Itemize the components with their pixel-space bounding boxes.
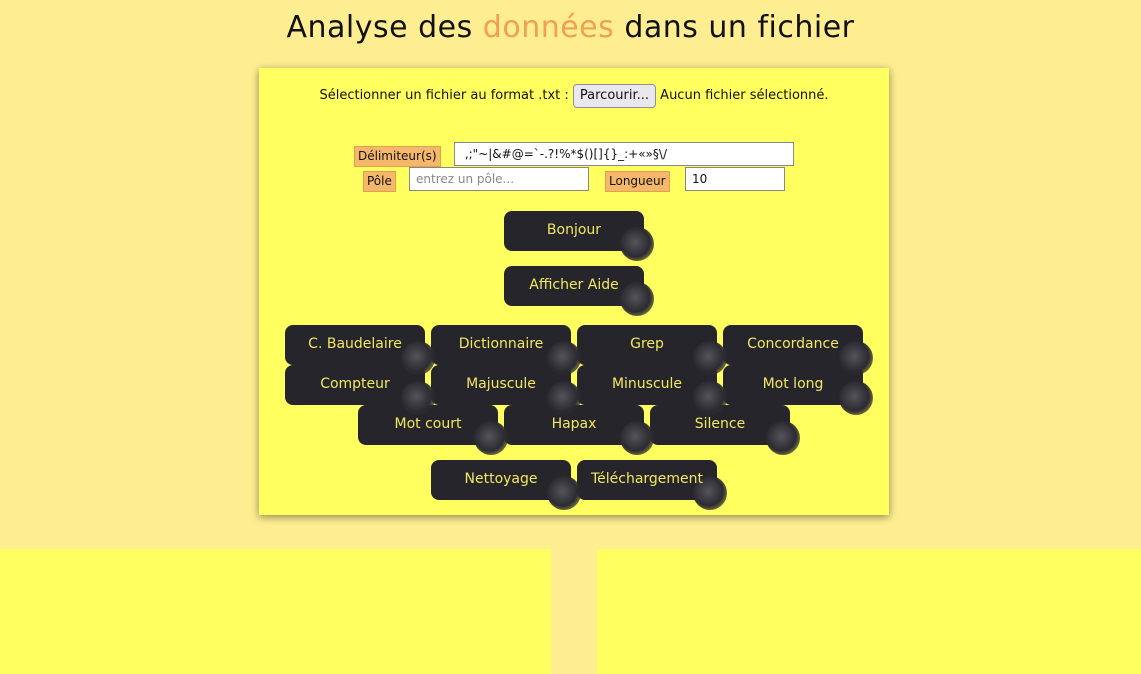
grep-button[interactable]: Grep: [577, 325, 727, 375]
button-glow: [547, 476, 581, 510]
lowercase-button-label: Minuscule: [611, 376, 683, 392]
concordance-button[interactable]: Concordance: [723, 325, 873, 375]
button-glow: [620, 421, 654, 455]
button-glow: [693, 381, 727, 415]
title-text-end: dans un fichier: [624, 10, 855, 45]
download-button-label: Téléchargement: [590, 471, 704, 487]
counter-button-label: Compteur: [320, 376, 390, 392]
help-button-label: Afficher Aide: [529, 277, 619, 293]
lowercase-button[interactable]: Minuscule: [577, 365, 727, 415]
long-word-button[interactable]: Mot long: [723, 365, 873, 415]
button-glow: [620, 282, 654, 316]
length-label: Longueur: [605, 171, 670, 192]
button-glow: [474, 421, 508, 455]
button-glow: [620, 227, 654, 261]
hapax-button-label: Hapax: [551, 416, 597, 432]
concordance-button-label: Concordance: [747, 336, 839, 352]
button-glow: [401, 341, 435, 375]
baudelaire-button-label: C. Baudelaire: [308, 336, 402, 352]
left-output-area: [0, 549, 551, 674]
button-glow: [547, 341, 581, 375]
button-glow: [839, 341, 873, 375]
button-glow: [547, 381, 581, 415]
baudelaire-button[interactable]: C. Baudelaire: [285, 325, 435, 375]
grep-button-label: Grep: [630, 336, 664, 352]
pole-input[interactable]: [409, 167, 589, 191]
length-input[interactable]: [685, 167, 785, 191]
file-status: Aucun fichier sélectionné.: [660, 88, 829, 103]
silence-button-label: Silence: [694, 416, 746, 432]
dictionary-button[interactable]: Dictionnaire: [431, 325, 581, 375]
help-button[interactable]: Afficher Aide: [504, 266, 654, 316]
uppercase-button-label: Majuscule: [466, 376, 536, 392]
hello-button[interactable]: Bonjour: [504, 211, 654, 261]
delimiters-input[interactable]: [454, 142, 794, 166]
button-glow: [839, 381, 873, 415]
cleanup-button[interactable]: Nettoyage: [431, 460, 581, 510]
right-output-area: [597, 549, 1141, 674]
file-picker-label: Sélectionner un fichier au format .txt :: [319, 88, 569, 103]
long-word-button-label: Mot long: [762, 376, 824, 392]
browse-button[interactable]: Parcourir...: [572, 83, 657, 108]
download-button[interactable]: Téléchargement: [577, 460, 727, 510]
delimiters-label: Délimiteur(s): [354, 146, 441, 167]
page-title: Analyse des données dans un fichier: [0, 10, 1141, 45]
button-glow: [401, 381, 435, 415]
title-accent: données: [482, 10, 615, 45]
counter-button[interactable]: Compteur: [285, 365, 435, 415]
cleanup-button-label: Nettoyage: [464, 471, 538, 487]
short-word-button-label: Mot court: [394, 416, 462, 432]
file-picker-row: Sélectionner un fichier au format .txt :…: [259, 83, 889, 109]
pole-label: Pôle: [363, 171, 396, 192]
button-glow: [766, 421, 800, 455]
dictionary-button-label: Dictionnaire: [458, 336, 544, 352]
title-text: Analyse des: [286, 10, 473, 45]
uppercase-button[interactable]: Majuscule: [431, 365, 581, 415]
main-panel: Sélectionner un fichier au format .txt :…: [259, 68, 889, 515]
hello-button-label: Bonjour: [546, 222, 602, 238]
button-glow: [693, 341, 727, 375]
